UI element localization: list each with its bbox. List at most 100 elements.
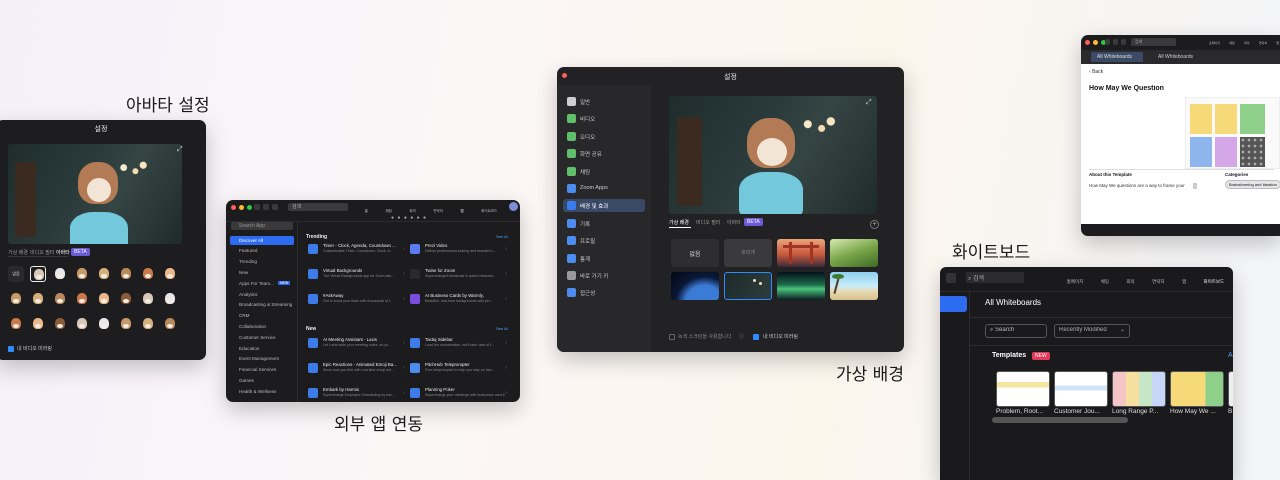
nav-apps[interactable]: 앱 <box>1182 272 1186 285</box>
bg-room[interactable] <box>724 272 772 300</box>
settings-sidebar-item[interactable]: 배경 및 효과 <box>563 199 645 213</box>
sidebar-item[interactable]: Collaboration <box>230 322 294 331</box>
app-icon[interactable] <box>410 294 420 304</box>
app-icon[interactable] <box>308 388 318 398</box>
back-link[interactable]: ‹ Back <box>1089 69 1103 75</box>
avatar-option[interactable] <box>162 316 178 332</box>
chevron-right-icon[interactable]: › <box>403 246 405 252</box>
app-icon[interactable] <box>308 363 318 373</box>
app-name[interactable]: Prezi Video <box>425 243 505 248</box>
app-name[interactable]: PitchHub Teleprompter <box>425 362 505 367</box>
avatar-option[interactable] <box>8 291 24 307</box>
chevron-right-icon[interactable]: › <box>505 390 507 396</box>
settings-sidebar-item[interactable]: 기록 <box>563 217 645 230</box>
avatar-option[interactable] <box>8 316 24 332</box>
sidebar-item[interactable]: Financial Services <box>230 366 294 375</box>
sidebar-item[interactable]: New <box>230 268 294 277</box>
sidebar-item[interactable]: Health & Wellness <box>230 387 294 396</box>
app-icon[interactable] <box>410 388 420 398</box>
scroll-thumb[interactable] <box>1193 183 1197 189</box>
mirror-checkbox[interactable] <box>753 334 759 340</box>
nav-chat[interactable]: 채팅 <box>385 204 391 214</box>
app-name[interactable]: Embark by Harmis <box>323 387 403 392</box>
avatar-option[interactable] <box>140 316 156 332</box>
expand-icon[interactable]: ⤢ <box>866 99 872 107</box>
avatar-option[interactable] <box>162 291 178 307</box>
app-icon[interactable] <box>308 294 318 304</box>
history-icon[interactable] <box>272 204 278 210</box>
sidebar-item[interactable]: Trending <box>230 258 294 267</box>
app-icon[interactable] <box>308 338 318 348</box>
settings-sidebar-item[interactable]: 프로필 <box>563 234 645 247</box>
help-icon[interactable]: ⓘ <box>739 333 744 340</box>
profile-avatar[interactable] <box>509 202 518 211</box>
sidebar-item[interactable]: Education <box>230 344 294 353</box>
app-name[interactable]: Tactiq Sidebar <box>425 337 505 342</box>
avatar-option[interactable] <box>52 316 68 332</box>
tab-avatar[interactable]: 아바타 <box>56 249 70 256</box>
nav-home[interactable]: 홈 <box>365 204 368 214</box>
chevron-right-icon[interactable]: › <box>403 390 405 396</box>
avatar-option[interactable] <box>30 316 46 332</box>
avatar-option[interactable] <box>30 291 46 307</box>
app-name[interactable]: AI Meeting Assistant - Laxis <box>323 337 403 342</box>
app-icon[interactable] <box>410 244 420 254</box>
nav-meetings[interactable]: 회의 <box>1244 41 1250 45</box>
template-card[interactable] <box>1112 371 1166 407</box>
bg-golden-gate[interactable] <box>777 239 825 267</box>
avatar-option[interactable] <box>96 316 112 332</box>
app-name[interactable]: Epic Reactions - Animated Emoji Ba... <box>323 362 403 367</box>
settings-sidebar-item[interactable]: 오디오 <box>563 130 645 143</box>
tab-avatar[interactable]: 아바타 <box>727 219 741 226</box>
sidebar-item[interactable]: Analytics <box>230 290 294 299</box>
sidebar-item[interactable]: Broadcasting & Streaming <box>230 301 294 310</box>
tab-all-whiteboards-2[interactable]: All Whiteboards <box>1158 54 1193 60</box>
sidebar-item[interactable]: Event Management <box>230 355 294 364</box>
chevron-right-icon[interactable]: › <box>505 246 507 252</box>
avatar-option[interactable] <box>118 266 134 282</box>
avatar-option[interactable] <box>96 291 112 307</box>
horizontal-scrollbar[interactable] <box>992 417 1128 423</box>
settings-sidebar-item[interactable]: 비디오 <box>563 112 645 125</box>
category-tag[interactable]: Brainstorming and Ideation <box>1225 180 1280 189</box>
sidebar-item[interactable]: Discover All <box>230 236 294 245</box>
bg-none[interactable]: 없음 <box>671 239 719 267</box>
see-all-link[interactable]: A <box>1228 352 1233 359</box>
sidebar-item[interactable]: Customer Service <box>230 333 294 342</box>
tab-all-whiteboards[interactable]: All Whiteboards <box>1097 54 1132 60</box>
template-card[interactable] <box>1170 371 1224 407</box>
nav-contacts[interactable]: 연락처 <box>1259 41 1267 45</box>
window-controls[interactable] <box>231 205 252 210</box>
bg-earth[interactable] <box>671 272 719 300</box>
add-background-icon[interactable]: + <box>870 220 879 229</box>
settings-sidebar-item[interactable]: 채팅 <box>563 165 645 178</box>
bg-grass[interactable] <box>830 239 878 267</box>
chevron-right-icon[interactable]: › <box>403 340 405 346</box>
chevron-right-icon[interactable]: › <box>505 271 507 277</box>
nav-meetings[interactable]: 회의 <box>1126 272 1134 285</box>
settings-sidebar-item[interactable]: 통계 <box>563 252 645 265</box>
bg-aurora[interactable] <box>777 272 825 300</box>
settings-sidebar-item[interactable]: 접근성 <box>563 286 645 299</box>
chevron-right-icon[interactable]: › <box>505 365 507 371</box>
avatar-option[interactable] <box>74 316 90 332</box>
avatar-option[interactable] <box>74 266 90 282</box>
nav-home[interactable]: 홈페이지 <box>1209 41 1220 45</box>
window-controls[interactable] <box>1085 40 1106 45</box>
app-icon[interactable] <box>410 363 420 373</box>
trending-see-all[interactable]: See All <box>496 234 508 239</box>
back-icon[interactable] <box>254 204 260 210</box>
app-name[interactable]: Timer - Clock, Agenda, Countdown ... <box>323 243 403 248</box>
nav-chat[interactable]: 채팅 <box>1229 41 1235 45</box>
tab-video-filter[interactable]: 비디오 필터 <box>696 219 720 226</box>
app-name[interactable]: Twine for Zoom <box>425 268 505 273</box>
template-card[interactable] <box>1228 371 1233 407</box>
avatar-option[interactable] <box>118 291 134 307</box>
app-name[interactable]: AI Business Cards by Warmly, <box>425 293 505 298</box>
avatar-option[interactable] <box>52 266 68 282</box>
sidebar-item[interactable]: Apps For Team... NEW <box>230 279 294 288</box>
sidebar-item[interactable]: Games <box>230 376 294 385</box>
app-icon[interactable] <box>308 269 318 279</box>
avatar-option[interactable] <box>140 291 156 307</box>
avatar-option[interactable] <box>74 291 90 307</box>
